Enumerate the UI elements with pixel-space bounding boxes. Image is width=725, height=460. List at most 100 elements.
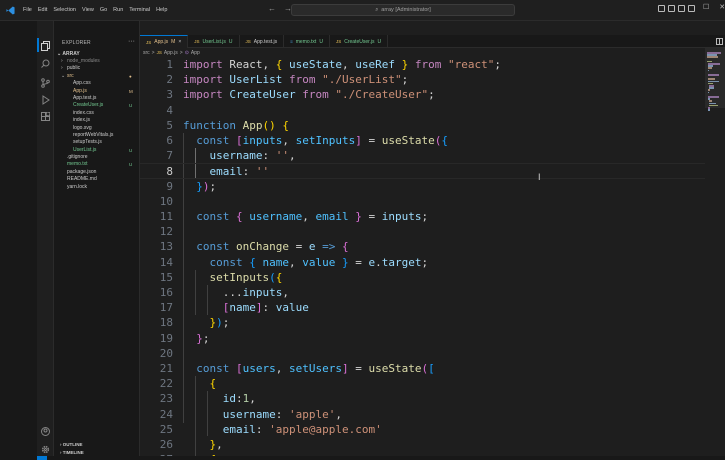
code-line[interactable]: 1 import React, { useState, useRef } from… — [140, 57, 705, 72]
minimap[interactable] — [705, 48, 725, 460]
code-token: : — [242, 165, 256, 179]
tree-file[interactable]: App.js M — [54, 88, 140, 95]
breadcrumb-folder[interactable]: src — [143, 50, 150, 56]
run-debug-icon[interactable] — [40, 94, 51, 105]
code-line[interactable]: 7 username: '', — [140, 148, 705, 163]
extensions-icon[interactable] — [40, 111, 51, 122]
code-text: const onChange = e => { — [183, 239, 348, 254]
code-editor[interactable]: 1 import React, { useState, useRef } from… — [140, 57, 705, 460]
code-line[interactable]: 24 username: 'apple', — [140, 407, 705, 422]
menu-item-terminal[interactable]: Terminal — [126, 7, 153, 13]
tree-file[interactable]: package.json — [54, 169, 140, 176]
code-line[interactable]: 12 — [140, 224, 705, 239]
minimize-icon[interactable]: ─ — [688, 3, 693, 11]
toggle-primary-sidebar-icon[interactable] — [658, 5, 665, 12]
code-line[interactable]: 21 const [users, setUsers] = useState([ — [140, 361, 705, 376]
code-line[interactable]: 17 [name]: value — [140, 300, 705, 315]
file-tree: › node_modules › public ⌄ src ● App.css App.js M A… — [54, 58, 140, 191]
code-line[interactable]: 22 { — [140, 376, 705, 391]
close-icon[interactable]: × — [178, 39, 181, 45]
explorer-root-folder[interactable]: ⌄ ARRAY — [57, 51, 80, 57]
menu-item-view[interactable]: View — [79, 7, 97, 13]
status-bar — [0, 456, 725, 460]
tree-file[interactable]: UserList.js U — [54, 147, 140, 154]
maximize-icon[interactable]: ☐ — [703, 3, 709, 11]
close-icon[interactable]: ✕ — [719, 3, 725, 11]
tree-file[interactable]: yarn.lock — [54, 184, 140, 191]
code-token: inputs — [242, 134, 283, 147]
line-number: 21 — [159, 362, 173, 375]
split-editor-icon[interactable] — [716, 38, 723, 47]
tab-app-test-js[interactable]: JS App.test.js — [240, 35, 285, 48]
tree-file[interactable]: reportWebVitals.js — [54, 132, 140, 139]
toggle-panel-icon[interactable] — [668, 5, 675, 12]
code-line[interactable]: 6 const [inputs, setInputs] = useState({ — [140, 133, 705, 148]
tree-file[interactable]: index.js — [54, 117, 140, 124]
code-token: , — [302, 210, 316, 223]
code-line[interactable]: 4 — [140, 103, 705, 118]
tab-app-js[interactable]: JS App.js M × — [140, 35, 189, 48]
code-line[interactable]: 15 setInputs({ — [140, 270, 705, 285]
tab-userlist-js[interactable]: JS UserList.js U — [188, 35, 240, 48]
command-center-search[interactable]: ⌕ array [Administrator] — [291, 4, 515, 16]
files-icon[interactable] — [40, 40, 51, 51]
tab-status: U — [377, 38, 382, 45]
mouse-cursor-icon: I — [538, 172, 541, 182]
tab-createuser-js[interactable]: JS CreateUser.js U — [330, 35, 389, 48]
tab-memo-txt[interactable]: ≡ memo.txt U — [284, 35, 330, 48]
code-line[interactable]: 16 ...inputs, — [140, 285, 705, 300]
tree-file[interactable]: App.test.js — [54, 95, 140, 102]
code-line[interactable]: 11 const { username, email } = inputs; — [140, 209, 705, 224]
menu-item-selection[interactable]: Selection — [50, 7, 79, 13]
code-line[interactable]: 10 — [140, 194, 705, 209]
account-icon[interactable] — [40, 426, 51, 437]
tree-folder[interactable]: › node_modules — [54, 58, 140, 65]
code-line[interactable]: 19 }; — [140, 331, 705, 346]
line-number: 26 — [159, 438, 173, 451]
code-token: React, — [222, 58, 276, 71]
tree-file[interactable]: .gitignore — [54, 154, 140, 161]
tree-file[interactable]: memo.txt U — [54, 161, 140, 168]
menu-item-edit[interactable]: Edit — [35, 7, 50, 13]
minimap-slider[interactable] — [705, 48, 725, 108]
code-line[interactable]: 18 }); — [140, 315, 705, 330]
code-line[interactable]: 2 import UserList from "./UserList"; — [140, 72, 705, 87]
code-line[interactable]: 26 }, — [140, 437, 705, 452]
code-line[interactable]: 5 function App() { — [140, 118, 705, 133]
more-actions-icon[interactable]: ··· — [128, 38, 135, 45]
code-line[interactable]: 14 const { name, value } = e.target; — [140, 255, 705, 270]
code-line[interactable]: 25 email: 'apple@apple.com' — [140, 422, 705, 437]
tab-label: App.js — [154, 39, 169, 45]
tree-folder[interactable]: ⌄ src ● — [54, 73, 140, 80]
gear-icon[interactable] — [40, 444, 51, 455]
tree-folder[interactable]: › public — [54, 65, 140, 72]
tree-file[interactable]: logo.svg — [54, 125, 140, 132]
tree-file[interactable]: App.css — [54, 80, 140, 87]
outline-section[interactable]: › OUTLINE — [54, 441, 140, 449]
toggle-secondary-sidebar-icon[interactable] — [678, 5, 685, 12]
code-line[interactable]: 23 id:1, — [140, 391, 705, 406]
code-line[interactable]: 8 email: '' — [140, 163, 705, 179]
code-line[interactable]: 9 }); — [140, 179, 705, 194]
line-number: 6 — [166, 134, 173, 147]
menu-item-file[interactable]: File — [20, 7, 35, 13]
tree-file[interactable]: index.css — [54, 110, 140, 117]
source-control-icon[interactable] — [40, 77, 51, 88]
code-line[interactable]: 20 — [140, 346, 705, 361]
tree-file[interactable]: CreateUser.js U — [54, 102, 140, 109]
menu-item-help[interactable]: Help — [153, 7, 170, 13]
breadcrumb-file[interactable]: App.js — [164, 50, 178, 56]
menu-item-go[interactable]: Go — [97, 7, 110, 13]
menu-item-run[interactable]: Run — [110, 7, 126, 13]
remote-indicator[interactable] — [37, 456, 47, 460]
code-line[interactable]: 13 const onChange = e => { — [140, 239, 705, 254]
back-arrow-icon[interactable]: ← — [268, 4, 276, 13]
tree-file[interactable]: README.md — [54, 176, 140, 183]
breadcrumb-symbol[interactable]: App — [191, 50, 200, 56]
search-icon[interactable] — [40, 58, 51, 69]
tree-file[interactable]: setupTests.js — [54, 139, 140, 146]
code-token: 'apple' — [288, 407, 336, 421]
code-line[interactable]: 3 import CreateUser from "./CreateUser"; — [140, 87, 705, 102]
